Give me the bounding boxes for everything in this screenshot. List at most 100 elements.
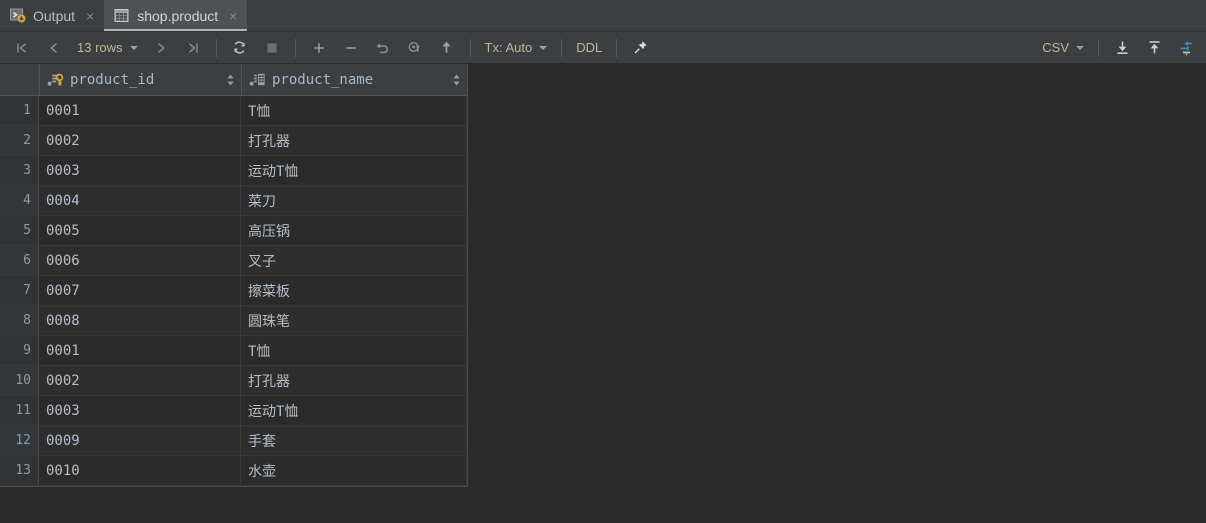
tab-shop-product-close-icon[interactable]: × [229, 9, 237, 23]
toolbar-separator-6 [1098, 38, 1099, 57]
next-page-button[interactable] [145, 35, 177, 61]
prev-page-icon [50, 42, 57, 53]
row-number[interactable]: 11 [0, 396, 39, 425]
cell-product-id[interactable]: 0008 [39, 306, 241, 335]
revert-button[interactable] [367, 35, 399, 61]
cell-product-name[interactable]: 叉子 [241, 246, 467, 275]
cell-product-id[interactable]: 0003 [39, 396, 241, 425]
cell-product-name[interactable]: 圆珠笔 [241, 306, 467, 335]
cell-product-name[interactable]: 打孔器 [241, 126, 467, 155]
table-row[interactable]: 8 0008 圆珠笔 [0, 306, 467, 336]
revert-selected-icon [408, 41, 421, 53]
row-number[interactable]: 4 [0, 186, 39, 215]
toolbar-separator-4 [561, 38, 563, 57]
cell-product-name[interactable]: T恤 [241, 336, 467, 365]
cell-product-id[interactable]: 0001 [39, 336, 241, 365]
grid-body: 1 0001 T恤 2 0002 打孔器 3 0003 运动T恤 4 0004 菜刀 5 0005 高压锅 6… [0, 96, 467, 486]
tab-output[interactable]: Output × [0, 0, 104, 31]
row-number[interactable]: 13 [0, 456, 39, 485]
row-number[interactable]: 7 [0, 276, 39, 305]
cell-product-id[interactable]: 0009 [39, 426, 241, 455]
table-row[interactable]: 4 0004 菜刀 [0, 186, 467, 216]
ddl-button[interactable]: DDL [569, 35, 609, 61]
first-page-button[interactable] [6, 35, 38, 61]
row-count-label: 13 rows [77, 40, 123, 55]
export-format-label: CSV [1042, 40, 1069, 55]
table-row[interactable]: 11 0003 运动T恤 [0, 396, 467, 426]
export-data-button[interactable] [1106, 35, 1138, 61]
toolbar-separator-2 [294, 38, 296, 57]
add-row-button[interactable] [303, 35, 335, 61]
cell-product-id[interactable]: 0002 [39, 126, 241, 155]
refresh-button[interactable] [224, 35, 256, 61]
cell-product-id[interactable]: 0003 [39, 156, 241, 185]
tab-output-label: Output [33, 7, 76, 24]
revert-selected-button[interactable] [399, 35, 431, 61]
tab-shop-product[interactable]: shop.product × [104, 0, 248, 31]
cell-product-id[interactable]: 0004 [39, 186, 241, 215]
row-number[interactable]: 2 [0, 126, 39, 155]
cell-product-name[interactable]: 擦菜板 [241, 276, 467, 305]
pin-tab-button[interactable] [624, 35, 656, 61]
export-format-dropdown[interactable]: CSV [1035, 35, 1091, 61]
data-transfer-button[interactable] [1170, 35, 1202, 61]
row-count-dropdown[interactable]: 13 rows [70, 35, 145, 61]
cell-product-id[interactable]: 0006 [39, 246, 241, 275]
transaction-mode-dropdown[interactable]: Tx: Auto [478, 35, 555, 61]
row-number[interactable]: 9 [0, 336, 39, 365]
sort-toggle-icon [227, 74, 234, 85]
cell-product-id[interactable]: 0002 [39, 366, 241, 395]
cell-product-id[interactable]: 0010 [39, 456, 241, 485]
remove-row-button[interactable] [335, 35, 367, 61]
text-column-icon [249, 73, 265, 86]
stop-button[interactable] [256, 35, 288, 61]
table-row[interactable]: 2 0002 打孔器 [0, 126, 467, 156]
submit-button[interactable] [431, 35, 463, 61]
cell-product-name[interactable]: 手套 [241, 426, 467, 455]
cell-product-id[interactable]: 0001 [39, 96, 241, 125]
cell-product-name[interactable]: 菜刀 [241, 186, 467, 215]
table-row[interactable]: 13 0010 水壶 [0, 456, 467, 486]
minus-icon [345, 46, 356, 49]
row-number[interactable]: 10 [0, 366, 39, 395]
cell-product-name[interactable]: 打孔器 [241, 366, 467, 395]
table-row[interactable]: 10 0002 打孔器 [0, 366, 467, 396]
cell-product-id[interactable]: 0007 [39, 276, 241, 305]
table-row[interactable]: 1 0001 T恤 [0, 96, 467, 126]
cell-product-name[interactable]: 运动T恤 [241, 396, 467, 425]
data-transfer-icon [1180, 40, 1192, 56]
pin-icon [634, 41, 647, 54]
row-number[interactable]: 1 [0, 96, 39, 125]
cell-product-name[interactable]: 运动T恤 [241, 156, 467, 185]
row-number[interactable]: 6 [0, 246, 39, 275]
column-header-product-name[interactable]: product_name [242, 64, 468, 95]
import-data-button[interactable] [1138, 35, 1170, 61]
row-number[interactable]: 12 [0, 426, 39, 455]
column-header-product-id[interactable]: product_id [40, 64, 242, 95]
table-row[interactable]: 12 0009 手套 [0, 426, 467, 456]
row-number[interactable]: 8 [0, 306, 39, 335]
row-number-header [0, 64, 40, 95]
download-icon [1116, 41, 1128, 54]
row-number[interactable]: 5 [0, 216, 39, 245]
last-page-button[interactable] [177, 35, 209, 61]
cell-product-name[interactable]: 高压锅 [241, 216, 467, 245]
table-row[interactable]: 9 0001 T恤 [0, 336, 467, 366]
cell-product-name[interactable]: 水壶 [241, 456, 467, 485]
cell-product-id[interactable]: 0005 [39, 216, 241, 245]
table-row[interactable]: 5 0005 高压锅 [0, 216, 467, 246]
cell-product-name[interactable]: T恤 [241, 96, 467, 125]
tab-output-close-icon[interactable]: × [86, 9, 94, 23]
console-output-icon [9, 7, 26, 24]
undo-icon [376, 43, 388, 54]
table-row[interactable]: 6 0006 叉子 [0, 246, 467, 276]
result-grid: product_id product_name 1 0001 T恤 2 0002… [0, 64, 468, 487]
row-number[interactable]: 3 [0, 156, 39, 185]
table-row[interactable]: 7 0007 擦菜板 [0, 276, 467, 306]
table-row[interactable]: 3 0003 运动T恤 [0, 156, 467, 186]
result-grid-toolbar: 13 rows Tx: Auto DDL CSV [0, 32, 1206, 64]
tab-shop-product-label: shop.product [137, 7, 219, 24]
sort-toggle-icon [453, 74, 460, 85]
primary-key-column-icon [47, 73, 64, 86]
prev-page-button[interactable] [38, 35, 70, 61]
